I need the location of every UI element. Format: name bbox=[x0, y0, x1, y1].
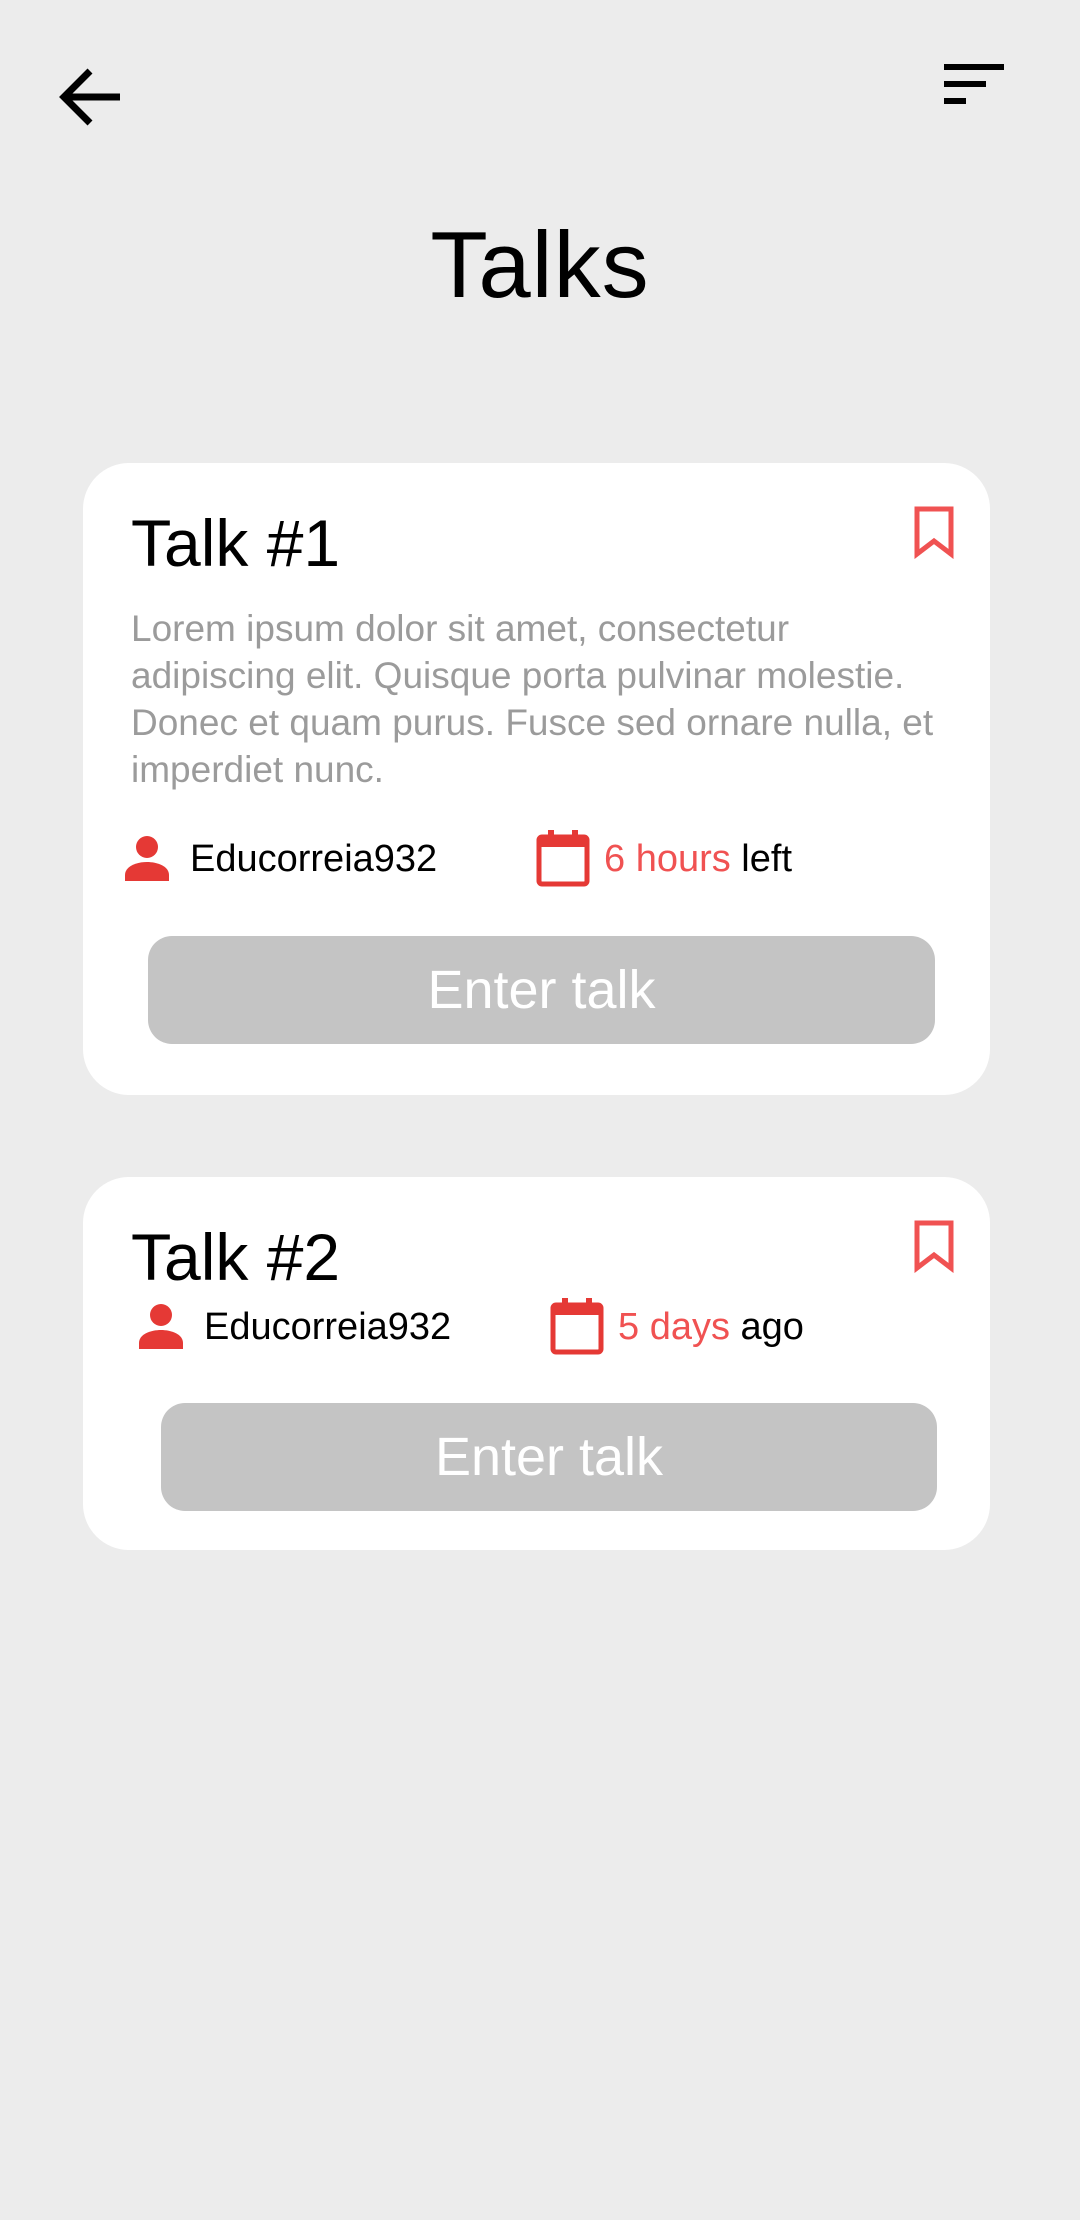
sort-filter-icon bbox=[944, 64, 1004, 104]
enter-talk-button[interactable]: Enter talk bbox=[148, 936, 935, 1044]
bookmark-icon[interactable] bbox=[912, 1219, 956, 1273]
talk-time: 6 hours left bbox=[604, 835, 792, 883]
bookmark-icon[interactable] bbox=[912, 505, 956, 559]
person-icon bbox=[125, 836, 169, 881]
filter-button[interactable] bbox=[928, 44, 1018, 124]
talk-author: Educorreia932 bbox=[190, 838, 438, 880]
calendar-icon bbox=[536, 830, 590, 887]
talk-title: Talk #1 bbox=[131, 506, 341, 580]
talk-description: Lorem ipsum dolor sit amet, consectetur … bbox=[131, 608, 934, 790]
talk-meta: Educorreia932 6 hours left bbox=[123, 829, 963, 889]
talk-author: Educorreia932 bbox=[204, 1306, 452, 1348]
talk-time: 5 days ago bbox=[618, 1303, 804, 1351]
back-button[interactable] bbox=[46, 52, 136, 142]
talk-meta: Educorreia932 5 days ago bbox=[137, 1297, 977, 1357]
enter-talk-button[interactable]: Enter talk bbox=[161, 1403, 937, 1511]
page-title: Talks bbox=[430, 212, 650, 317]
arrow-left-icon bbox=[59, 68, 120, 126]
talk-card: Talk #2 Educorreia932 5 days ago Enter t… bbox=[83, 1177, 990, 1550]
calendar-icon bbox=[550, 1298, 604, 1355]
talk-time-value: 6 hours bbox=[604, 838, 731, 880]
talk-time-suffix: left bbox=[730, 838, 792, 880]
talk-title: Talk #2 bbox=[131, 1220, 341, 1294]
person-icon bbox=[139, 1304, 183, 1349]
talk-card: Talk #1 Lorem ipsum dolor sit amet, cons… bbox=[83, 463, 990, 1095]
talk-time-suffix: ago bbox=[729, 1306, 804, 1348]
talk-time-value: 5 days bbox=[618, 1306, 730, 1348]
